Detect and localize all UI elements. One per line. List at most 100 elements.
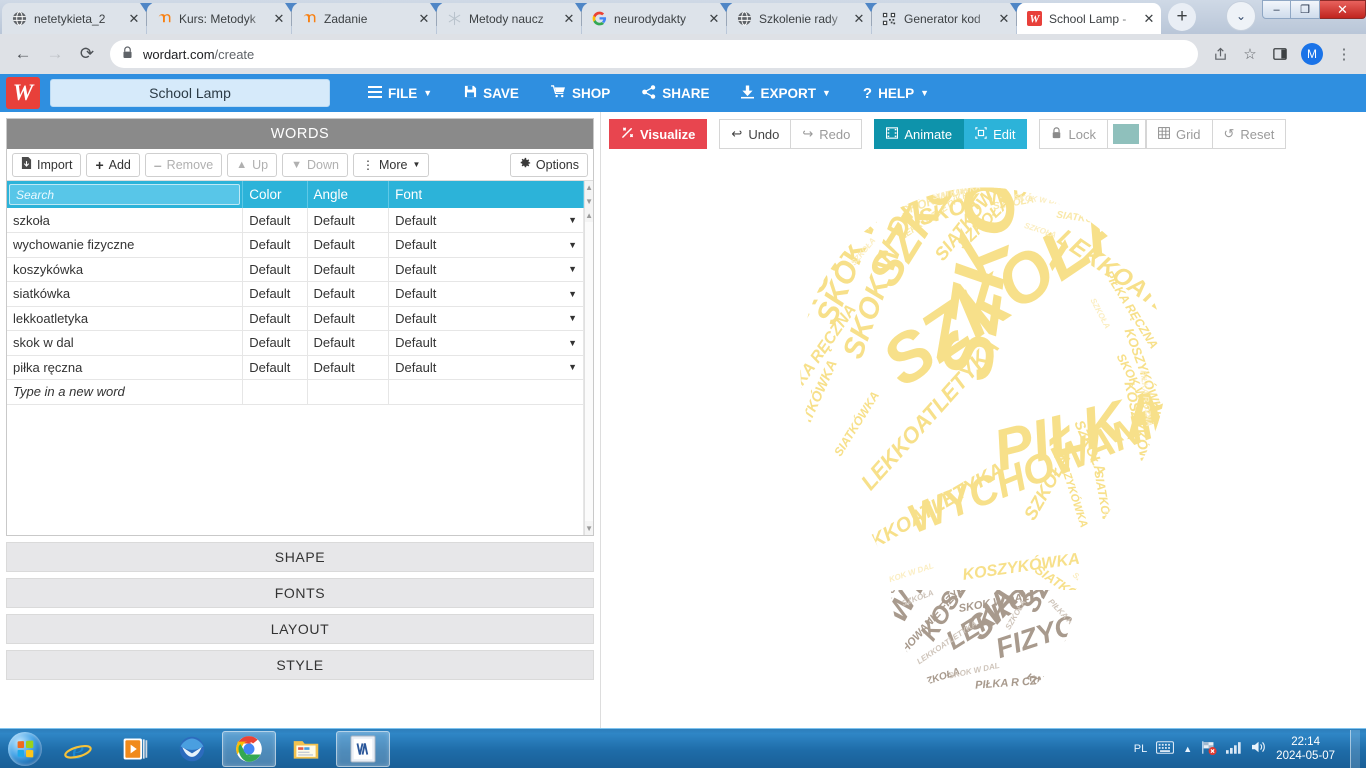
browser-tab-8-active[interactable]: W School Lamp - ✕ xyxy=(1017,3,1161,34)
visualize-button[interactable]: Visualize xyxy=(609,119,708,149)
more-button[interactable]: ⋮ More ▼ xyxy=(352,152,430,177)
accordion-fonts[interactable]: FONTS xyxy=(6,578,594,608)
cell-angle[interactable]: Default xyxy=(307,208,390,233)
cell-font[interactable]: Default ▼ xyxy=(388,281,585,307)
new-word-row[interactable]: Type in a new word xyxy=(7,379,585,405)
cell-angle[interactable]: Default xyxy=(307,257,390,282)
cell-word[interactable]: lekkoatletyka xyxy=(7,306,244,331)
flag-icon[interactable] xyxy=(1201,740,1217,758)
cell-word[interactable]: skok w dal xyxy=(7,330,244,356)
chevron-down-icon[interactable]: ▼ xyxy=(568,264,577,274)
cell-font[interactable]: Default ▼ xyxy=(388,257,585,282)
maximize-button[interactable]: ❐ xyxy=(1291,0,1320,19)
menu-shop[interactable]: SHOP xyxy=(535,79,626,107)
chrome-menu-icon[interactable]: ⋮ xyxy=(1330,40,1358,68)
signal-icon[interactable] xyxy=(1226,741,1242,757)
cell-font[interactable]: Default ▼ xyxy=(388,355,585,380)
clock[interactable]: 22:14 2024-05-07 xyxy=(1276,735,1335,763)
table-row[interactable]: piłka ręczna Default Default Default ▼ xyxy=(7,355,585,380)
close-icon[interactable]: ✕ xyxy=(1141,11,1157,27)
browser-tab-3[interactable]: Zadanie ✕ xyxy=(292,3,442,34)
keyboard-icon[interactable] xyxy=(1156,740,1175,757)
word-cloud-lightbulb[interactable]: PIŁKA RĘCZNA SKOK W DAL SZKOŁA SIATKÓWKA… xyxy=(601,156,1366,728)
speaker-icon[interactable] xyxy=(1251,740,1267,757)
chevron-down-icon[interactable]: ▼ xyxy=(568,313,577,323)
side-panel-icon[interactable] xyxy=(1266,40,1294,68)
wordart-logo-icon[interactable]: W xyxy=(6,77,40,109)
table-row[interactable]: wychowanie fizyczne Default Default Default… xyxy=(7,232,585,258)
reload-button[interactable]: ⟳ xyxy=(72,39,102,69)
scroll-up-icon[interactable]: ▲ xyxy=(585,181,593,195)
word-icon[interactable] xyxy=(336,730,390,767)
close-icon[interactable]: ✕ xyxy=(851,11,867,27)
media-player-icon[interactable] xyxy=(108,731,162,767)
column-header-color[interactable]: Color xyxy=(242,181,308,208)
table-row[interactable]: lekkoatletyka Default Default Default ▼ xyxy=(7,306,585,331)
google-chrome-icon[interactable] xyxy=(222,730,276,767)
chevron-down-icon[interactable]: ▼ xyxy=(568,289,577,299)
tab-search-chevron-down-icon[interactable]: ⌄ xyxy=(1226,1,1256,31)
close-icon[interactable]: ✕ xyxy=(271,11,287,27)
table-row[interactable]: koszykówka Default Default Default ▼ xyxy=(7,257,585,282)
close-icon[interactable]: ✕ xyxy=(561,11,577,27)
table-row[interactable]: szkoła Default Default Default ▼ xyxy=(7,208,585,233)
start-button[interactable] xyxy=(2,730,48,768)
scroll-down-icon[interactable]: ▼ xyxy=(585,521,593,535)
cell-word[interactable]: koszykówka xyxy=(7,257,244,282)
import-button[interactable]: Import xyxy=(12,152,82,177)
menu-save[interactable]: SAVE xyxy=(448,79,535,107)
browser-tab-4[interactable]: Metody naucz ✕ xyxy=(437,3,587,34)
move-down-button[interactable]: ▼ Down xyxy=(282,152,348,177)
close-icon[interactable]: ✕ xyxy=(126,11,142,27)
thunderbird-icon[interactable] xyxy=(165,731,219,767)
share-icon[interactable] xyxy=(1206,40,1234,68)
scroll-up-icon[interactable]: ▲ xyxy=(585,208,593,222)
scroll-down-icon[interactable]: ▼ xyxy=(585,194,593,208)
menu-export[interactable]: EXPORT ▼ xyxy=(725,79,846,108)
column-header-font[interactable]: Font xyxy=(388,181,585,208)
table-row[interactable]: skok w dal Default Default Default ▼ xyxy=(7,330,585,356)
scrollbar-track[interactable] xyxy=(585,222,593,521)
chevron-down-icon[interactable]: ▼ xyxy=(568,362,577,372)
options-button[interactable]: Options xyxy=(509,152,588,177)
edit-button[interactable]: Edit xyxy=(964,119,1028,149)
cell-word[interactable]: szkoła xyxy=(7,208,244,233)
chevron-down-icon[interactable]: ▼ xyxy=(568,215,577,225)
close-icon[interactable]: ✕ xyxy=(416,11,432,27)
cell-angle[interactable]: Default xyxy=(307,330,390,356)
cell-font[interactable]: Default ▼ xyxy=(388,330,585,356)
menu-help[interactable]: ? HELP ▼ xyxy=(847,79,945,108)
cell-color[interactable]: Default xyxy=(242,355,308,380)
cell-word[interactable]: piłka ręczna xyxy=(7,355,244,380)
browser-tab-6[interactable]: Szkolenie rady ✕ xyxy=(727,3,877,34)
search-input[interactable]: Search xyxy=(9,184,241,205)
menu-file[interactable]: FILE ▼ xyxy=(352,80,448,107)
back-button[interactable]: ← xyxy=(8,39,38,69)
file-explorer-icon[interactable] xyxy=(279,731,333,767)
cell-color[interactable]: Default xyxy=(242,232,308,258)
table-row[interactable]: siatkówka Default Default Default ▼ xyxy=(7,281,585,307)
remove-button[interactable]: – Remove xyxy=(144,152,223,177)
browser-tab-7[interactable]: Generator kod ✕ xyxy=(872,3,1022,34)
language-indicator[interactable]: PL xyxy=(1134,743,1147,755)
cell-color[interactable]: Default xyxy=(242,208,308,233)
bookmark-star-icon[interactable]: ☆ xyxy=(1236,40,1264,68)
cell-angle[interactable]: Default xyxy=(307,281,390,307)
browser-tab-2[interactable]: Kurs: Metodyk ✕ xyxy=(147,3,297,34)
menu-share[interactable]: SHARE xyxy=(626,79,725,108)
cell-word[interactable]: siatkówka xyxy=(7,281,244,307)
column-header-angle[interactable]: Angle xyxy=(307,181,390,208)
show-desktop-button[interactable] xyxy=(1350,729,1360,768)
background-color-button[interactable] xyxy=(1107,119,1146,149)
cell-color[interactable]: Default xyxy=(242,306,308,331)
chevron-down-icon[interactable]: ▼ xyxy=(568,338,577,348)
browser-tab-5[interactable]: neurodydakty ✕ xyxy=(582,3,732,34)
browser-tab-1[interactable]: netetykieta_2 ✕ xyxy=(2,3,152,34)
redo-button[interactable]: ↪ Redo xyxy=(791,119,863,149)
words-scrollbar-outer[interactable]: ▲ ▼ ▲ ▼ xyxy=(584,181,593,535)
design-title-input[interactable]: School Lamp xyxy=(50,79,330,107)
move-up-button[interactable]: ▲ Up xyxy=(227,152,278,177)
grid-button[interactable]: Grid xyxy=(1145,119,1213,149)
new-tab-button[interactable]: + xyxy=(1168,3,1196,31)
chevron-up-icon[interactable]: ▲ xyxy=(1183,744,1192,754)
